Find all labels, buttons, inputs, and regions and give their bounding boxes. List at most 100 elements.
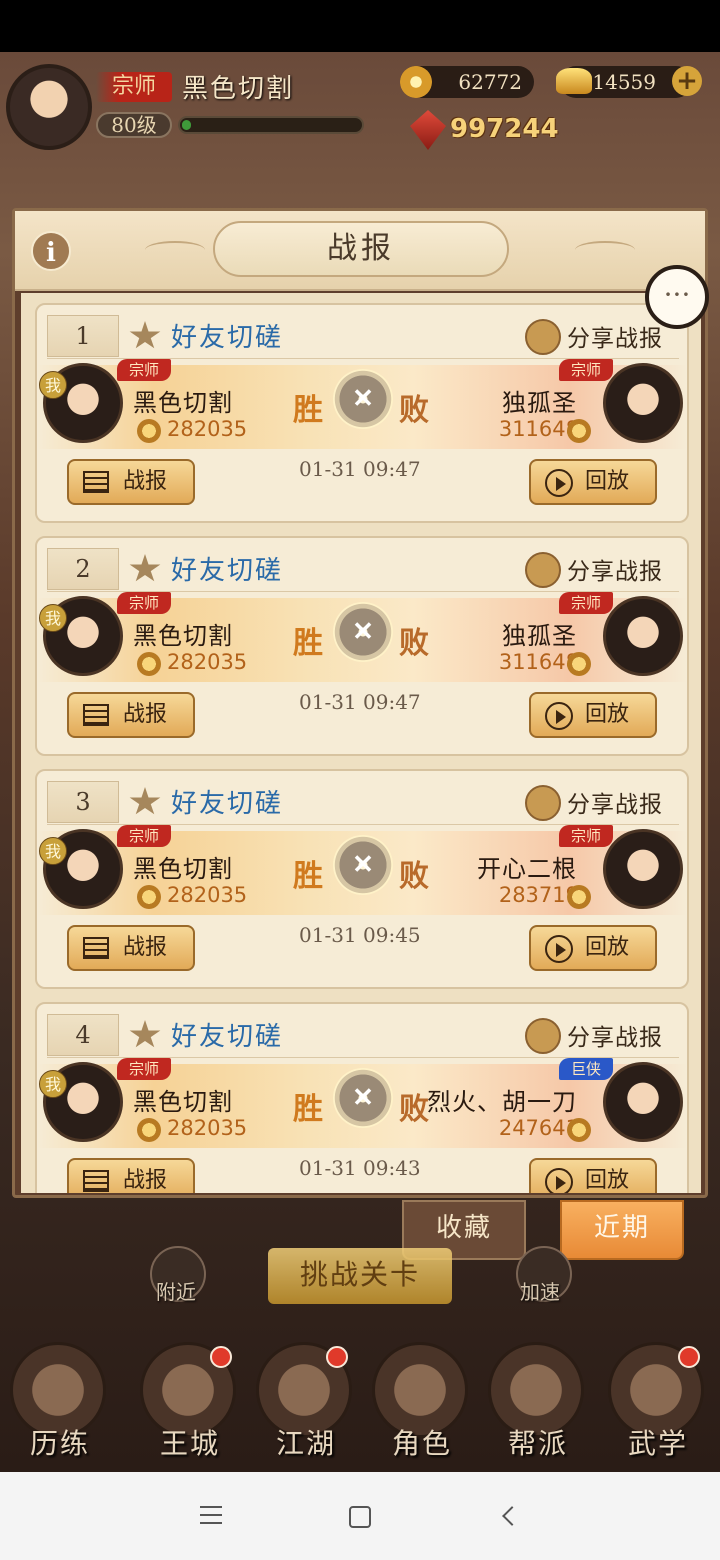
battle-report-list[interactable]: 1 好友切磋 分享战报 我 宗师 黑色切割 282035 胜 ✕ 败 宗师 独孤… xyxy=(21,293,701,1193)
opponent-avatar[interactable] xyxy=(603,1062,683,1142)
nav-item[interactable]: 历练 xyxy=(10,1342,110,1472)
opponent-avatar[interactable] xyxy=(603,596,683,676)
opponent-avatar[interactable] xyxy=(603,363,683,443)
share-report-button[interactable]: 分享战报 xyxy=(567,1018,663,1052)
card-header: 1 好友切磋 分享战报 xyxy=(47,313,679,359)
tab-recent[interactable]: 近期 xyxy=(560,1200,684,1260)
player-level: 80级 xyxy=(96,112,172,138)
nav-label: 王城 xyxy=(159,1427,220,1460)
share-report-button[interactable]: 分享战报 xyxy=(567,552,663,586)
power-icon xyxy=(567,652,591,676)
me-badge: 我 xyxy=(39,837,67,865)
power-icon xyxy=(567,1118,591,1142)
battle-matchup: 我 宗师 黑色切割 282035 胜 ✕ 败 巨侠 烈火、胡一刀 247641 xyxy=(37,1058,687,1148)
replay-label: 回放 xyxy=(585,702,630,727)
win-label: 胜 xyxy=(293,859,323,894)
win-label: 胜 xyxy=(293,393,323,428)
battle-report-card: 3 好友切磋 分享战报 我 宗师 黑色切割 282035 胜 ✕ 败 宗师 开心… xyxy=(35,769,689,989)
favorite-star-icon[interactable] xyxy=(129,321,161,349)
battle-type: 好友切磋 xyxy=(171,1022,284,1052)
chat-bubble-icon[interactable]: ··· xyxy=(645,265,709,329)
replay-button[interactable]: 回放 xyxy=(529,925,657,971)
share-report-button[interactable]: 分享战报 xyxy=(567,319,663,353)
nav-item[interactable]: 帮派 xyxy=(488,1342,588,1472)
copper-value: 62772 xyxy=(458,70,522,94)
favorite-star-icon[interactable] xyxy=(129,554,161,582)
replay-button[interactable]: 回放 xyxy=(529,459,657,505)
replay-button[interactable]: 回放 xyxy=(529,692,657,738)
player-avatar[interactable] xyxy=(6,64,92,150)
card-header: 4 好友切磋 分享战报 xyxy=(47,1012,679,1058)
view-report-label: 战报 xyxy=(123,702,168,727)
crossed-swords-icon: ✕ xyxy=(333,1068,393,1128)
view-report-label: 战报 xyxy=(123,469,168,494)
replay-label: 回放 xyxy=(585,469,630,494)
opponent-name: 开心二根 xyxy=(477,855,577,883)
opponent-avatar[interactable] xyxy=(603,829,683,909)
gold-value: 14559 xyxy=(592,70,656,94)
system-navigation-bar xyxy=(0,1472,720,1560)
home-icon[interactable] xyxy=(349,1506,371,1528)
battle-type: 好友切磋 xyxy=(171,323,284,353)
battle-time: 01-31 09:43 xyxy=(299,1156,421,1180)
opponent-title-badge: 宗师 xyxy=(559,592,613,614)
view-report-button[interactable]: 战报 xyxy=(67,1158,195,1193)
game-scene: 宗师 黑色切割 80级 62772 14559 + 997244 i 战报 ··… xyxy=(0,52,720,1472)
back-icon[interactable] xyxy=(502,1506,522,1526)
opponent-name: 烈火、胡一刀 xyxy=(427,1088,577,1116)
nav-label: 角色 xyxy=(391,1427,452,1460)
nav-item[interactable]: 江湖 xyxy=(256,1342,356,1472)
report-index: 2 xyxy=(47,548,119,590)
crossed-swords-icon: ✕ xyxy=(333,369,393,429)
replay-label: 回放 xyxy=(585,1168,630,1193)
nav-item[interactable]: 武学 xyxy=(608,1342,708,1472)
share-icon[interactable] xyxy=(525,785,561,821)
share-icon[interactable] xyxy=(525,1018,561,1054)
report-list-icon xyxy=(83,937,109,959)
replay-button[interactable]: 回放 xyxy=(529,1158,657,1193)
nav-item[interactable]: 角色 xyxy=(372,1342,472,1472)
my-title-badge: 宗师 xyxy=(117,1058,171,1080)
menu-icon[interactable] xyxy=(200,1506,222,1524)
lose-label: 败 xyxy=(399,859,429,894)
battle-matchup: 我 宗师 黑色切割 282035 胜 ✕ 败 宗师 独孤圣 311648 xyxy=(37,359,687,449)
share-icon[interactable] xyxy=(525,319,561,355)
challenge-stage-button[interactable]: 挑战关卡 xyxy=(268,1248,452,1304)
player-name: 黑色切割 xyxy=(182,74,295,104)
share-icon[interactable] xyxy=(525,552,561,588)
opponent-title-badge: 宗师 xyxy=(559,359,613,381)
info-icon[interactable]: i xyxy=(31,231,71,271)
my-power: 282035 xyxy=(167,650,248,674)
battle-matchup: 我 宗师 黑色切割 282035 胜 ✕ 败 宗师 开心二根 283719 xyxy=(37,825,687,915)
nav-item[interactable]: 王城 xyxy=(140,1342,240,1472)
view-report-label: 战报 xyxy=(123,1168,168,1193)
power-icon xyxy=(137,885,161,909)
my-name: 黑色切割 xyxy=(133,389,233,417)
battle-type: 好友切磋 xyxy=(171,556,284,586)
view-report-button[interactable]: 战报 xyxy=(67,925,195,971)
status-bar xyxy=(0,0,720,52)
battle-time: 01-31 09:45 xyxy=(299,923,421,947)
card-header: 2 好友切磋 分享战报 xyxy=(47,546,679,592)
report-list-icon xyxy=(83,704,109,726)
dialog-header: i 战报 xyxy=(15,211,705,291)
my-name: 黑色切割 xyxy=(133,1088,233,1116)
view-report-button[interactable]: 战报 xyxy=(67,692,195,738)
share-report-button[interactable]: 分享战报 xyxy=(567,785,663,819)
player-hud: 宗师 黑色切割 80级 62772 14559 + 997244 xyxy=(0,52,720,202)
nearby-label: 附近 xyxy=(156,1280,196,1304)
exp-bar xyxy=(178,116,364,134)
battle-type: 好友切磋 xyxy=(171,789,284,819)
play-icon xyxy=(545,1168,573,1193)
favorite-star-icon[interactable] xyxy=(129,1020,161,1048)
lose-label: 败 xyxy=(399,626,429,661)
my-power: 282035 xyxy=(167,883,248,907)
crossed-swords-icon: ✕ xyxy=(333,835,393,895)
favorite-star-icon[interactable] xyxy=(129,787,161,815)
add-gold-icon[interactable]: + xyxy=(672,66,702,96)
me-badge: 我 xyxy=(39,371,67,399)
play-icon xyxy=(545,935,573,963)
my-title-badge: 宗师 xyxy=(117,592,171,614)
power-icon xyxy=(567,419,591,443)
view-report-button[interactable]: 战报 xyxy=(67,459,195,505)
